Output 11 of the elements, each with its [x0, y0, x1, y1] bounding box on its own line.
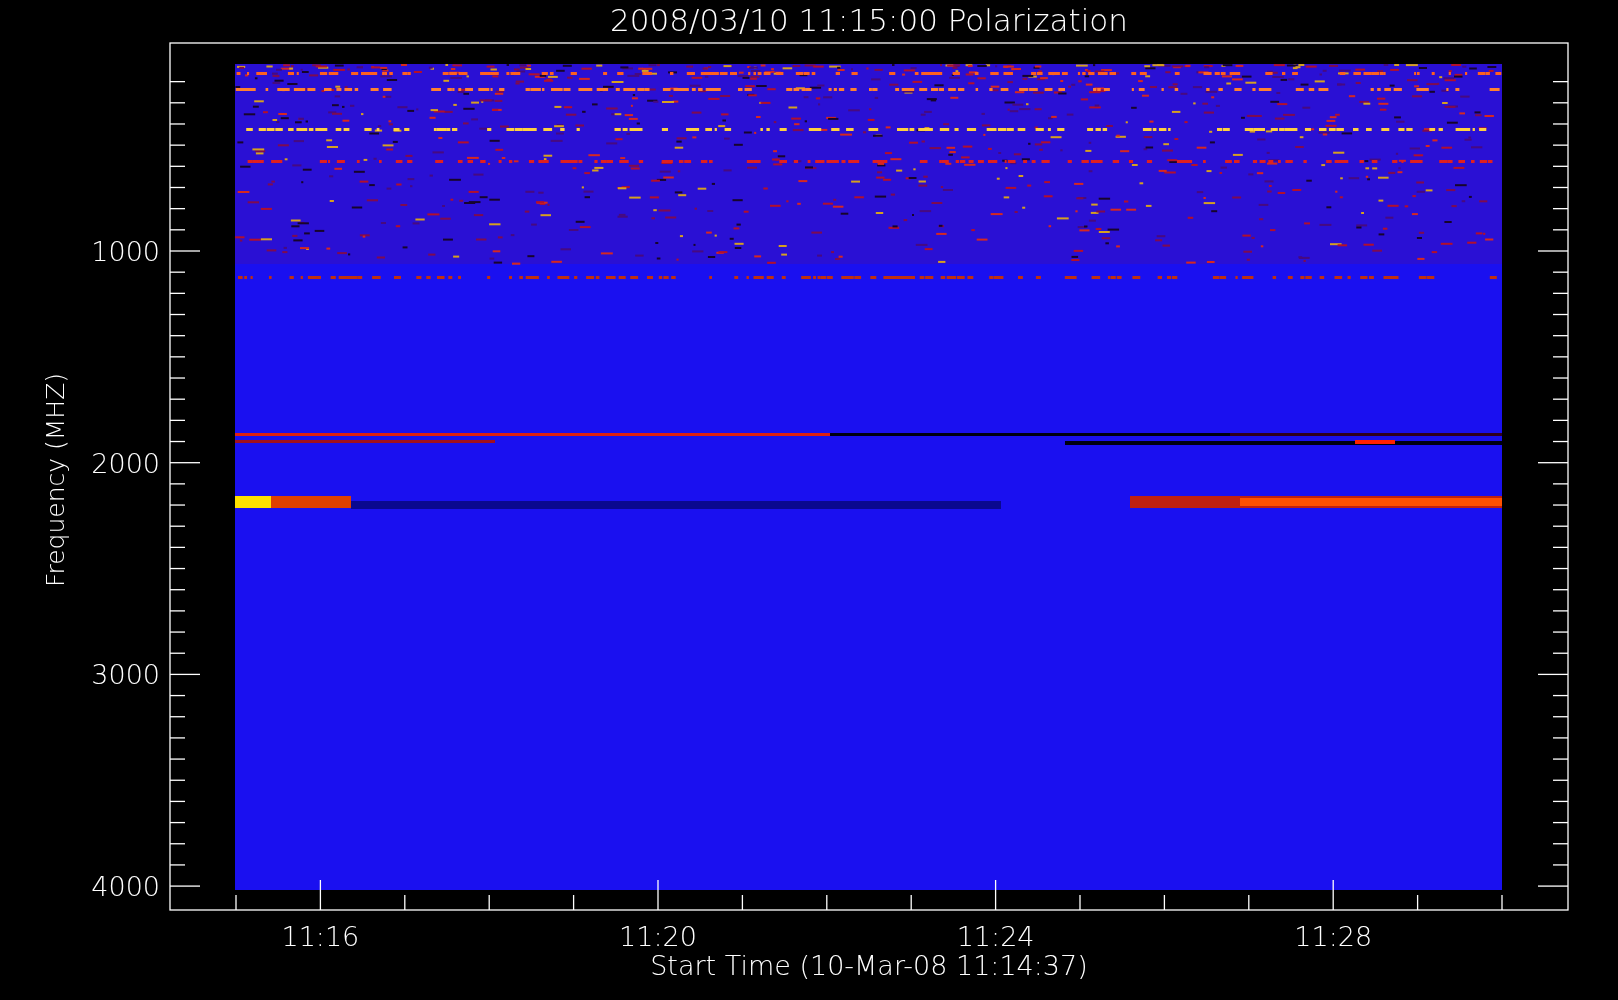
x-axis-label: Start Time (10-Mar-08 11:14:37) — [650, 950, 1088, 981]
y-tick-label: 2000 — [91, 447, 160, 479]
y-axis-label: Frequency (MHZ) — [41, 372, 70, 588]
x-tick-label: 11:16 — [281, 921, 360, 952]
x-tick-label: 11:28 — [1294, 921, 1373, 952]
y-tick-label: 4000 — [91, 871, 160, 903]
chart-title: 2008/03/10 11:15:00 Polarization — [610, 2, 1128, 38]
x-tick-label: 11:24 — [956, 921, 1035, 952]
y-tick-label: 1000 — [91, 236, 160, 267]
x-tick-label: 11:20 — [619, 921, 697, 952]
y-tick-label: 3000 — [91, 659, 160, 691]
